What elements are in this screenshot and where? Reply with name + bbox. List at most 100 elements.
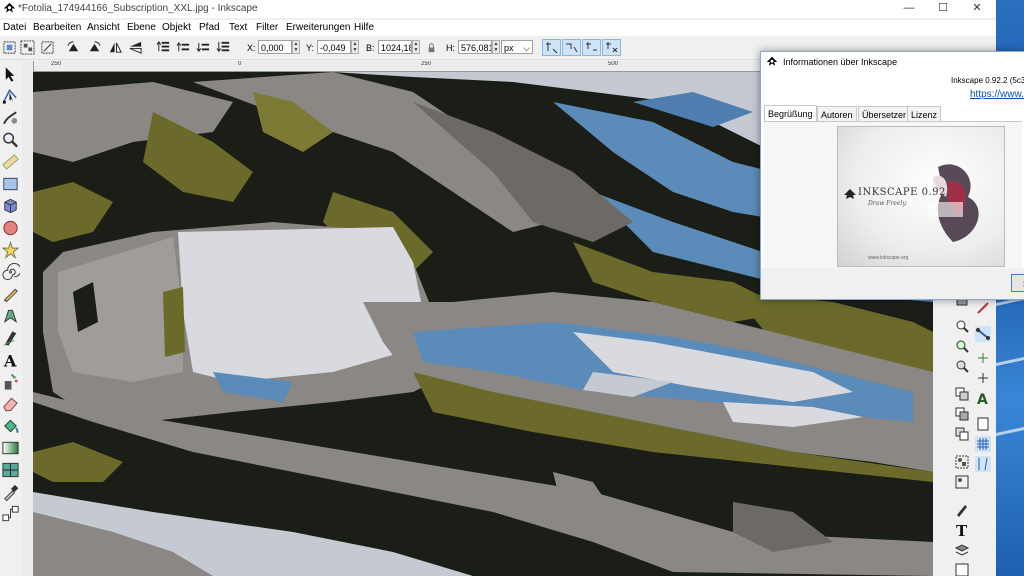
ruler-tick-label: 0 [238,61,242,67]
select-all-icon[interactable] [2,40,17,55]
3d-box-tool-icon[interactable] [1,196,20,216]
fill-stroke-icon[interactable] [954,502,970,518]
move-patterns-icon [606,42,618,53]
commands-bar: T [951,280,972,576]
menu-hilfe[interactable]: Hilfe [354,22,374,33]
tab-lizenz[interactable]: Lizenz [907,106,942,122]
x-spinner[interactable]: ▲ ▼ [292,40,300,54]
zoom-selection-icon[interactable] [954,318,970,334]
tab-uebersetzer[interactable]: Übersetzer [858,106,911,122]
height-field[interactable]: 576,081 [458,40,492,54]
flip-vertical-icon[interactable] [128,40,143,55]
ellipse-tool-icon[interactable] [1,218,20,238]
x-label: X: [247,43,256,53]
height-spinner[interactable]: ▲ ▼ [492,40,500,54]
move-gradients-toggle[interactable] [582,39,601,56]
snap-text-baseline-icon[interactable]: A [975,390,991,406]
spray-tool-icon[interactable] [1,372,20,392]
scale-stroke-icon [546,42,558,54]
menu-pfad[interactable]: Pfad [199,22,220,33]
flip-horizontal-icon[interactable] [108,40,123,55]
ruler-tick-label: 500 [608,61,619,67]
menu-ebene[interactable]: Ebene [127,22,156,33]
snap-grid-icon[interactable] [975,436,991,452]
scale-corners-icon [566,43,578,53]
chevron-down-icon: ⌵ [523,43,530,53]
rectangle-tool-icon[interactable] [1,174,20,194]
scale-stroke-toggle[interactable] [542,39,561,56]
xml-editor-icon[interactable] [954,562,970,576]
rotate-ccw-icon[interactable] [66,40,81,55]
maximize-button[interactable]: ☐ [926,0,960,18]
group-icon[interactable] [954,454,970,470]
scale-corners-toggle[interactable] [562,39,581,56]
y-field[interactable]: -0,049 [317,40,351,54]
width-field[interactable]: 1024,18 [378,40,412,54]
tab-autoren[interactable]: Autoren [817,106,857,122]
unlink-clone-icon[interactable] [954,426,970,442]
snap-midpoint-icon[interactable] [975,350,991,366]
snap-controls-bar: A [972,280,996,576]
menu-ansicht[interactable]: Ansicht [87,22,120,33]
ungroup-icon[interactable] [954,474,970,490]
move-patterns-toggle[interactable] [602,39,621,56]
gradient-tool-icon[interactable] [1,438,20,458]
menu-datei[interactable]: Datei [3,22,26,33]
close-button[interactable]: ✕ [960,0,994,18]
select-all-layers-icon[interactable] [20,40,35,55]
window-title: *Fotolia_174944166_Subscription_XXL.jpg … [18,3,258,14]
selector-tool-icon[interactable] [1,64,20,84]
about-dialog-title-bar[interactable]: Informationen über Inkscape [761,52,1024,72]
layers-icon[interactable] [954,542,970,558]
menu-text[interactable]: Text [229,22,247,33]
dropper-tool-icon[interactable] [1,482,20,502]
raise-to-top-icon[interactable] [156,40,171,55]
x-field[interactable]: 0,000 [258,40,292,54]
node-tool-icon[interactable] [1,86,20,106]
spiral-tool-icon[interactable] [1,262,20,282]
duplicate-icon[interactable] [954,386,970,402]
splash-url: www.inkscape.org [868,255,909,261]
svg-text:A: A [977,392,988,406]
rotate-cw-icon[interactable] [87,40,102,55]
calligraphy-tool-icon[interactable] [1,328,20,348]
zoom-page-icon[interactable] [954,358,970,374]
menu-objekt[interactable]: Objekt [162,22,191,33]
snap-guide-icon[interactable] [975,456,991,472]
about-close-button[interactable]: S [1011,274,1024,292]
y-spinner[interactable]: ▲ ▼ [351,40,359,54]
lock-icon[interactable] [424,40,439,55]
text-tool-icon[interactable]: A [1,350,20,370]
width-spinner[interactable]: ▲ ▼ [412,40,420,54]
snap-bbox-icon[interactable] [975,300,991,316]
minimize-button[interactable]: — [892,0,926,18]
inkscape-logo-icon [844,189,856,199]
menu-bearbeiten[interactable]: Bearbeiten [33,22,81,33]
snap-center-icon[interactable] [975,370,991,386]
tweak-tool-icon[interactable] [1,108,20,128]
star-tool-icon[interactable] [1,240,20,260]
pencil-tool-icon[interactable] [1,284,20,304]
snap-nodes-icon[interactable] [975,326,991,342]
menu-bar: Datei Bearbeiten Ansicht Ebene Objekt Pf… [0,20,996,36]
eraser-tool-icon[interactable] [1,394,20,414]
paint-bucket-tool-icon[interactable] [1,416,20,436]
unit-select[interactable]: px ⌵ [501,40,533,54]
lower-icon[interactable] [196,40,211,55]
pen-tool-icon[interactable] [1,306,20,326]
raise-icon[interactable] [176,40,191,55]
mesh-tool-icon[interactable] [1,460,20,480]
clone-icon[interactable] [954,406,970,422]
zoom-tool-icon[interactable] [1,130,20,150]
connector-tool-icon[interactable] [1,504,20,524]
zoom-drawing-icon[interactable] [954,338,970,354]
text-font-icon[interactable]: T [954,522,970,538]
snap-page-border-icon[interactable] [975,416,991,432]
tab-begruessung[interactable]: Begrüßung [764,105,817,122]
menu-erweiterungen[interactable]: Erweiterungen [286,22,350,33]
measure-tool-icon[interactable] [1,152,20,172]
lower-to-bottom-icon[interactable] [216,40,231,55]
deselect-icon[interactable] [40,40,55,55]
website-link[interactable]: https://www. [970,89,1024,100]
menu-filter[interactable]: Filter [256,22,278,33]
